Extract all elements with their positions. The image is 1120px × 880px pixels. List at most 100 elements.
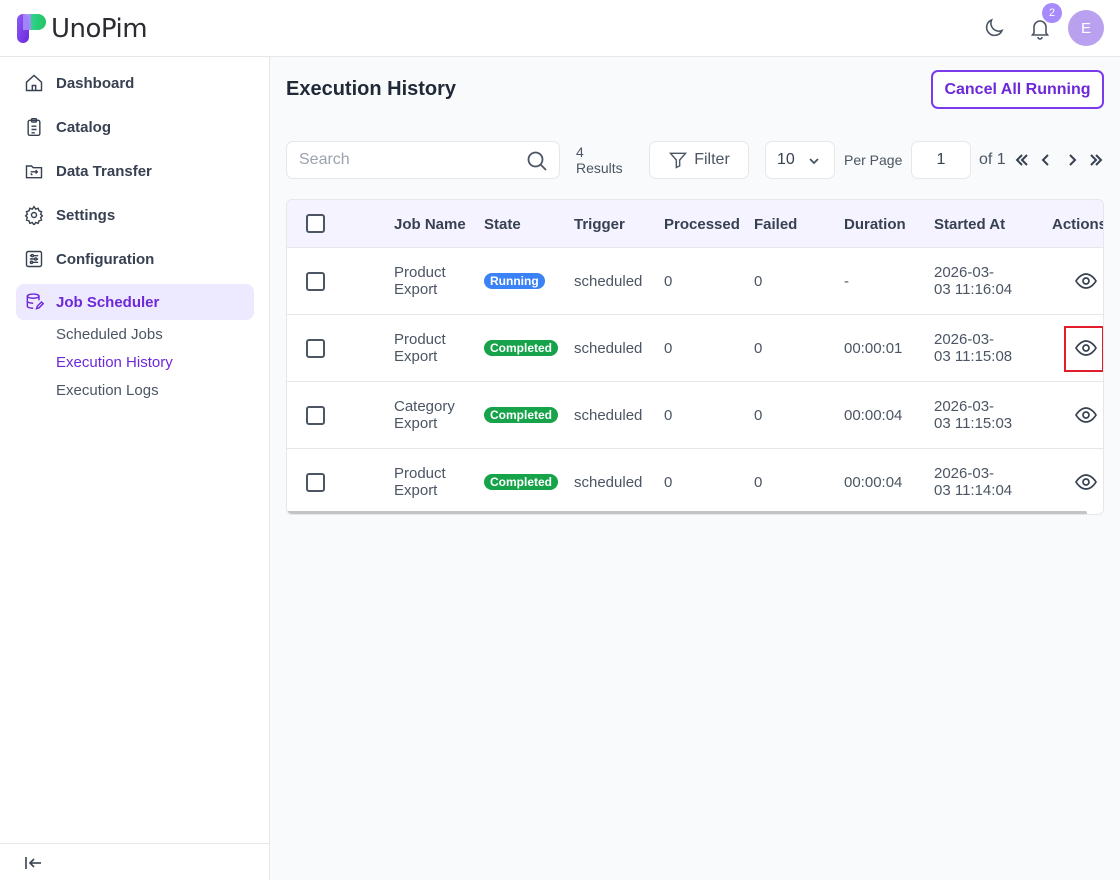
processed-cell: 0	[664, 273, 673, 290]
per-page-value: 10	[777, 151, 795, 168]
notification-badge: 2	[1042, 3, 1062, 23]
duration-cell: 00:00:04	[844, 407, 903, 424]
sidebar-item-job-scheduler[interactable]: Job Scheduler	[16, 284, 254, 320]
page-title: Execution History	[286, 78, 457, 100]
failed-cell: 0	[754, 407, 763, 424]
processed-cell: 0	[664, 407, 673, 424]
status-badge: Completed	[484, 407, 559, 423]
table-row: Product Export Completed scheduled 0 0 0…	[287, 315, 1103, 382]
status-badge: Running	[484, 273, 545, 289]
table-row: Category Export Completed scheduled 0 0 …	[287, 382, 1103, 449]
sidebar-subitem-scheduled-jobs[interactable]: Scheduled Jobs	[56, 326, 163, 343]
gear-icon	[23, 204, 45, 226]
app-logo[interactable]: UnoPim	[16, 13, 148, 44]
job-name-cell: Product Export	[394, 465, 446, 499]
started-at-cell: 2026-03- 03 11:15:08	[934, 331, 1013, 365]
column-header-trigger[interactable]: Trigger	[574, 216, 625, 233]
status-badge: Completed	[484, 340, 559, 356]
failed-cell: 0	[754, 273, 763, 290]
sidebar-footer	[0, 843, 270, 880]
search-input[interactable]	[287, 142, 507, 178]
cancel-all-running-button[interactable]: Cancel All Running	[931, 70, 1104, 109]
trigger-cell: scheduled	[574, 340, 643, 357]
sidebar-item-label: Catalog	[56, 118, 112, 136]
row-checkbox[interactable]	[306, 339, 325, 358]
row-checkbox[interactable]	[306, 473, 325, 492]
table-row: Product Export Running scheduled 0 0 - 2…	[287, 248, 1103, 315]
chevron-down-icon	[809, 158, 819, 165]
sidebar-item-data-transfer[interactable]: Data Transfer	[16, 153, 254, 189]
processed-cell: 0	[664, 474, 673, 491]
job-name-cell: Product Export	[394, 331, 446, 365]
page-total-label: of 1	[979, 151, 1006, 168]
row-checkbox[interactable]	[306, 272, 325, 291]
user-avatar[interactable]: E	[1068, 10, 1104, 46]
trigger-cell: scheduled	[574, 273, 643, 290]
sidebar: Dashboard Catalog Data Transfer Settings…	[0, 57, 270, 880]
results-number: 4	[576, 144, 584, 160]
next-page-icon[interactable]	[1064, 152, 1080, 168]
sidebar-item-catalog[interactable]: Catalog	[16, 109, 254, 145]
job-name-cell: Product Export	[394, 264, 446, 298]
last-page-icon[interactable]	[1088, 152, 1104, 168]
top-header: UnoPim 2 E	[0, 0, 1120, 57]
processed-cell: 0	[664, 340, 673, 357]
page-number-input[interactable]	[911, 141, 971, 179]
per-page-select[interactable]: 10	[765, 141, 835, 179]
folder-transfer-icon	[23, 160, 45, 182]
filter-button[interactable]: Filter	[649, 141, 749, 179]
table-row: Product Export Completed scheduled 0 0 0…	[287, 449, 1103, 514]
results-label: Results	[576, 160, 623, 176]
sidebar-item-label: Job Scheduler	[56, 293, 160, 311]
moon-icon[interactable]	[982, 16, 1006, 40]
column-header-started-at[interactable]: Started At	[934, 216, 1005, 233]
sliders-icon	[23, 248, 45, 270]
sidebar-item-label: Data Transfer	[56, 162, 152, 180]
filter-icon	[669, 152, 688, 169]
sidebar-item-label: Dashboard	[56, 74, 135, 92]
clipboard-list-icon	[23, 116, 45, 138]
view-eye-icon[interactable]	[1074, 470, 1098, 494]
trigger-cell: scheduled	[574, 474, 643, 491]
view-eye-icon[interactable]	[1074, 336, 1098, 360]
column-header-state[interactable]: State	[484, 216, 521, 233]
column-header-processed[interactable]: Processed	[664, 216, 740, 233]
filter-label: Filter	[694, 151, 730, 168]
sidebar-item-dashboard[interactable]: Dashboard	[16, 65, 254, 101]
sidebar-item-configuration[interactable]: Configuration	[16, 241, 254, 277]
results-count: 4 Results	[576, 144, 623, 176]
per-page-label: Per Page	[844, 152, 903, 168]
column-header-actions: Actions	[1052, 216, 1104, 233]
column-header-job-name[interactable]: Job Name	[394, 216, 466, 233]
failed-cell: 0	[754, 340, 763, 357]
column-header-duration[interactable]: Duration	[844, 216, 906, 233]
collapse-sidebar-icon[interactable]	[24, 854, 44, 872]
home-icon	[23, 72, 45, 94]
started-at-cell: 2026-03- 03 11:14:04	[934, 465, 1013, 499]
app-name: UnoPim	[51, 13, 148, 44]
failed-cell: 0	[754, 474, 763, 491]
duration-cell: 00:00:04	[844, 474, 903, 491]
started-at-cell: 2026-03- 03 11:16:04	[934, 264, 1013, 298]
column-header-failed[interactable]: Failed	[754, 216, 797, 233]
row-checkbox[interactable]	[306, 406, 325, 425]
view-eye-icon[interactable]	[1074, 403, 1098, 427]
sidebar-item-label: Configuration	[56, 250, 155, 268]
duration-cell: 00:00:01	[844, 340, 903, 357]
search-icon[interactable]	[525, 149, 549, 173]
select-all-checkbox[interactable]	[306, 214, 325, 233]
horizontal-scrollbar[interactable]	[287, 511, 1087, 514]
first-page-icon[interactable]	[1014, 152, 1030, 168]
duration-cell: -	[844, 273, 849, 290]
sidebar-subitem-execution-logs[interactable]: Execution Logs	[56, 382, 159, 399]
view-eye-icon[interactable]	[1074, 269, 1098, 293]
started-at-cell: 2026-03- 03 11:15:03	[934, 398, 1013, 432]
table-header: Job Name State Trigger Processed Failed …	[287, 200, 1104, 248]
sidebar-subitem-execution-history[interactable]: Execution History	[56, 354, 173, 371]
job-name-cell: Category Export	[394, 398, 455, 432]
scheduler-icon	[23, 291, 45, 313]
status-badge: Completed	[484, 474, 559, 490]
sidebar-item-settings[interactable]: Settings	[16, 197, 254, 233]
previous-page-icon[interactable]	[1038, 152, 1054, 168]
sidebar-item-label: Settings	[56, 206, 116, 224]
